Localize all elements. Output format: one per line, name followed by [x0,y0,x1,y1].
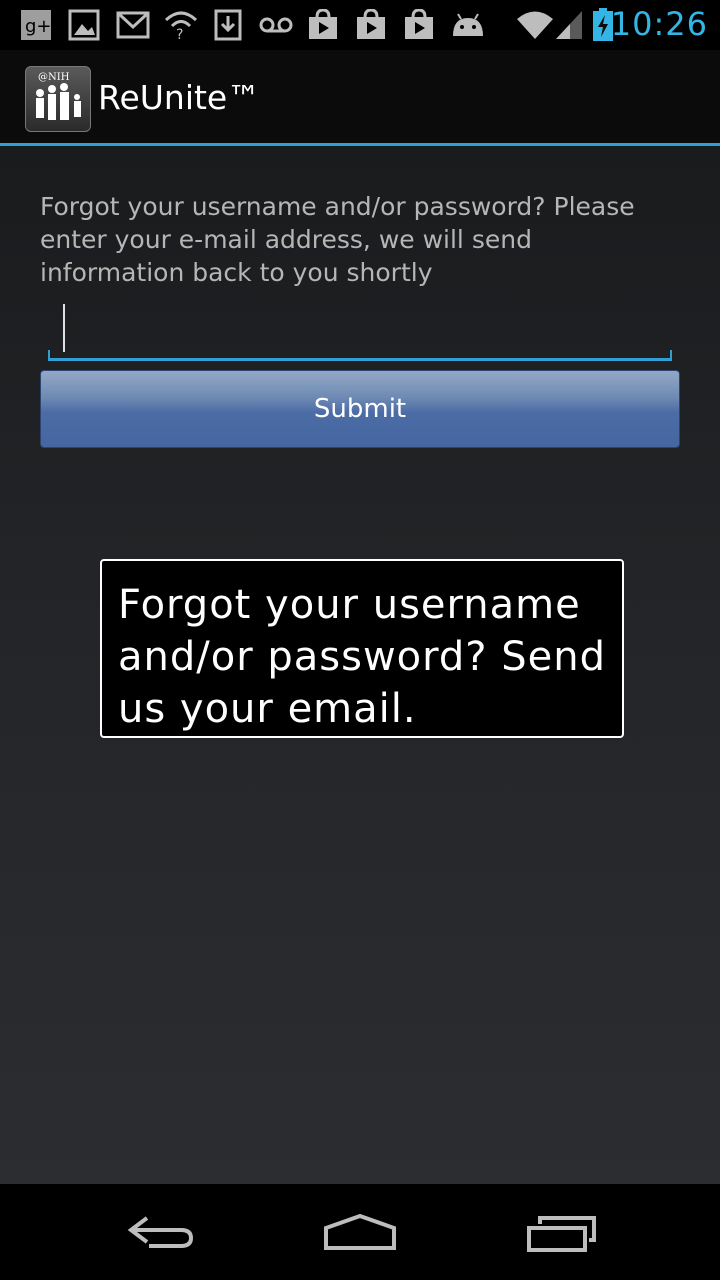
google-plus-icon: g+ [20,8,52,42]
download-icon [214,8,242,42]
wifi-icon [516,8,554,42]
caption-overlay: Forgot your username and/or password? Se… [100,559,624,738]
app-logo-icon[interactable]: @NIH [25,66,91,132]
status-bar: g+ ? 10:26 [0,0,720,50]
play-store-icon [306,8,340,42]
android-icon [450,8,486,42]
signal-icon [554,8,584,42]
instructions-text: Forgot your username and/or password? Pl… [40,192,635,287]
gallery-icon [68,8,100,42]
email-field[interactable] [48,302,672,361]
voicemail-icon [258,8,294,42]
text-cursor [63,304,65,352]
recent-apps-icon[interactable] [507,1202,617,1262]
play-store-icon [354,8,388,42]
wifi-question-icon: ? [164,8,198,42]
back-icon[interactable] [105,1202,215,1262]
gmail-icon [116,8,150,42]
navigation-bar [0,1184,720,1280]
svg-text:g+: g+ [25,16,52,37]
forgot-credentials-form: Forgot your username and/or password? Pl… [0,146,720,1184]
clock: 10:26 [610,5,708,43]
home-icon[interactable] [305,1202,415,1262]
play-store-icon [402,8,436,42]
submit-button[interactable]: Submit [40,370,680,448]
svg-text:?: ? [176,27,183,40]
action-bar: @NIH ReUnite™ [0,50,720,146]
app-title: ReUnite™ [98,78,261,117]
app-logo-label: @NIH [38,72,70,83]
